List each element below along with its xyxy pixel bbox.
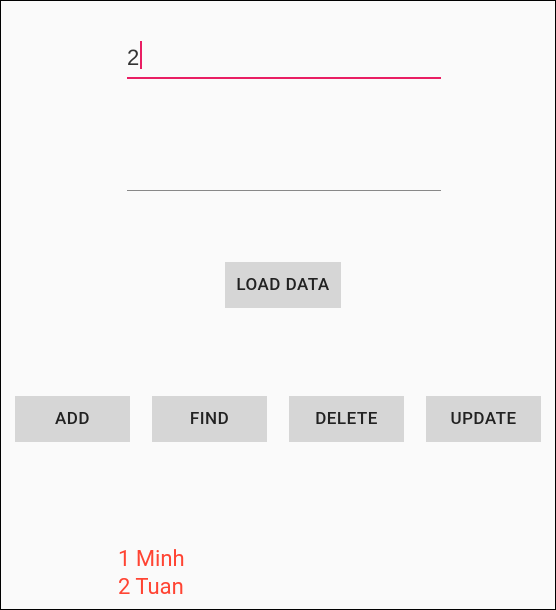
action-button-row: ADD FIND DELETE UPDATE (15, 396, 541, 442)
id-input[interactable] (127, 41, 441, 79)
name-input-container (127, 154, 441, 191)
load-data-button[interactable]: LOAD DATA (225, 262, 341, 308)
find-button[interactable]: FIND (152, 396, 267, 442)
delete-button[interactable]: DELETE (289, 396, 404, 442)
result-item: 1 Minh (118, 546, 185, 574)
name-input[interactable] (127, 154, 441, 191)
results-list: 1 Minh 2 Tuan (118, 546, 185, 601)
result-item: 2 Tuan (118, 574, 185, 602)
add-button[interactable]: ADD (15, 396, 130, 442)
text-cursor (140, 41, 142, 69)
id-input-container (127, 41, 441, 79)
update-button[interactable]: UPDATE (426, 396, 541, 442)
